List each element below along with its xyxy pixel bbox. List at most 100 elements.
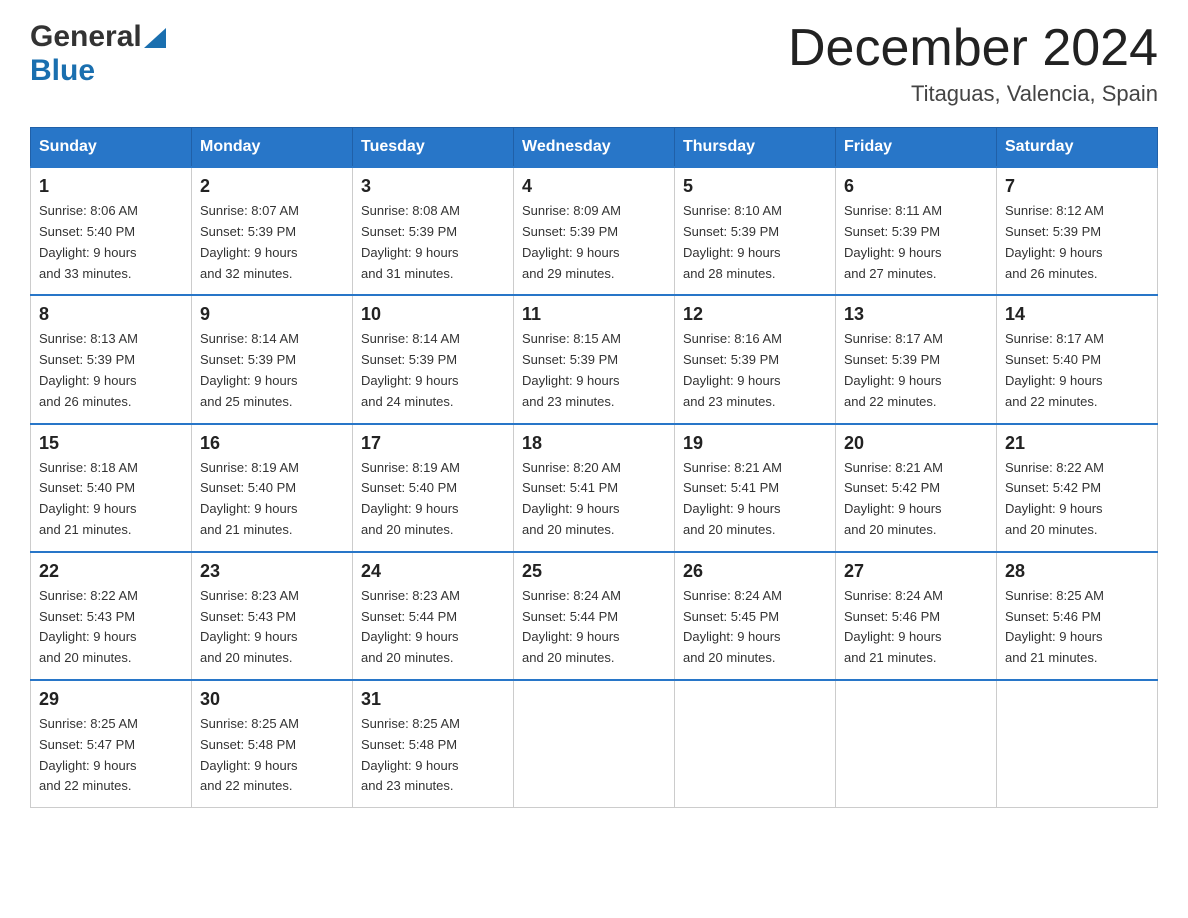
calendar-cell: 19 Sunrise: 8:21 AM Sunset: 5:41 PM Dayl…: [675, 424, 836, 552]
calendar-cell: 7 Sunrise: 8:12 AM Sunset: 5:39 PM Dayli…: [997, 167, 1158, 295]
day-info: Sunrise: 8:25 AM Sunset: 5:48 PM Dayligh…: [200, 714, 344, 797]
day-number: 31: [361, 689, 505, 710]
calendar-cell: 14 Sunrise: 8:17 AM Sunset: 5:40 PM Dayl…: [997, 295, 1158, 423]
day-info: Sunrise: 8:25 AM Sunset: 5:48 PM Dayligh…: [361, 714, 505, 797]
calendar-cell: 18 Sunrise: 8:20 AM Sunset: 5:41 PM Dayl…: [514, 424, 675, 552]
day-number: 20: [844, 433, 988, 454]
calendar-cell: 1 Sunrise: 8:06 AM Sunset: 5:40 PM Dayli…: [31, 167, 192, 295]
calendar-cell: 29 Sunrise: 8:25 AM Sunset: 5:47 PM Dayl…: [31, 680, 192, 808]
calendar-cell: 12 Sunrise: 8:16 AM Sunset: 5:39 PM Dayl…: [675, 295, 836, 423]
logo-blue-text: Blue: [30, 54, 95, 87]
day-number: 25: [522, 561, 666, 582]
logo-triangle-icon: [144, 28, 166, 48]
col-header-sunday: Sunday: [31, 128, 192, 168]
calendar-cell: [997, 680, 1158, 808]
day-number: 15: [39, 433, 183, 454]
day-number: 2: [200, 176, 344, 197]
day-info: Sunrise: 8:17 AM Sunset: 5:39 PM Dayligh…: [844, 329, 988, 412]
day-info: Sunrise: 8:17 AM Sunset: 5:40 PM Dayligh…: [1005, 329, 1149, 412]
calendar-cell: [675, 680, 836, 808]
page-header: General Blue December 2024 Titaguas, Val…: [30, 20, 1158, 107]
day-number: 11: [522, 304, 666, 325]
day-number: 9: [200, 304, 344, 325]
day-info: Sunrise: 8:23 AM Sunset: 5:44 PM Dayligh…: [361, 586, 505, 669]
calendar-table: SundayMondayTuesdayWednesdayThursdayFrid…: [30, 127, 1158, 808]
day-number: 1: [39, 176, 183, 197]
day-info: Sunrise: 8:14 AM Sunset: 5:39 PM Dayligh…: [361, 329, 505, 412]
calendar-cell: 24 Sunrise: 8:23 AM Sunset: 5:44 PM Dayl…: [353, 552, 514, 680]
day-info: Sunrise: 8:12 AM Sunset: 5:39 PM Dayligh…: [1005, 201, 1149, 284]
calendar-cell: 21 Sunrise: 8:22 AM Sunset: 5:42 PM Dayl…: [997, 424, 1158, 552]
calendar-week-row: 29 Sunrise: 8:25 AM Sunset: 5:47 PM Dayl…: [31, 680, 1158, 808]
day-info: Sunrise: 8:24 AM Sunset: 5:44 PM Dayligh…: [522, 586, 666, 669]
day-info: Sunrise: 8:21 AM Sunset: 5:42 PM Dayligh…: [844, 458, 988, 541]
day-info: Sunrise: 8:15 AM Sunset: 5:39 PM Dayligh…: [522, 329, 666, 412]
day-number: 19: [683, 433, 827, 454]
day-number: 22: [39, 561, 183, 582]
calendar-cell: 22 Sunrise: 8:22 AM Sunset: 5:43 PM Dayl…: [31, 552, 192, 680]
day-number: 10: [361, 304, 505, 325]
day-info: Sunrise: 8:22 AM Sunset: 5:43 PM Dayligh…: [39, 586, 183, 669]
day-info: Sunrise: 8:18 AM Sunset: 5:40 PM Dayligh…: [39, 458, 183, 541]
col-header-monday: Monday: [192, 128, 353, 168]
calendar-cell: 23 Sunrise: 8:23 AM Sunset: 5:43 PM Dayl…: [192, 552, 353, 680]
day-number: 14: [1005, 304, 1149, 325]
calendar-cell: 2 Sunrise: 8:07 AM Sunset: 5:39 PM Dayli…: [192, 167, 353, 295]
calendar-cell: 5 Sunrise: 8:10 AM Sunset: 5:39 PM Dayli…: [675, 167, 836, 295]
day-number: 16: [200, 433, 344, 454]
day-info: Sunrise: 8:21 AM Sunset: 5:41 PM Dayligh…: [683, 458, 827, 541]
day-info: Sunrise: 8:25 AM Sunset: 5:47 PM Dayligh…: [39, 714, 183, 797]
day-number: 26: [683, 561, 827, 582]
day-number: 17: [361, 433, 505, 454]
calendar-cell: 8 Sunrise: 8:13 AM Sunset: 5:39 PM Dayli…: [31, 295, 192, 423]
calendar-week-row: 22 Sunrise: 8:22 AM Sunset: 5:43 PM Dayl…: [31, 552, 1158, 680]
day-info: Sunrise: 8:09 AM Sunset: 5:39 PM Dayligh…: [522, 201, 666, 284]
col-header-thursday: Thursday: [675, 128, 836, 168]
day-info: Sunrise: 8:23 AM Sunset: 5:43 PM Dayligh…: [200, 586, 344, 669]
calendar-cell: 31 Sunrise: 8:25 AM Sunset: 5:48 PM Dayl…: [353, 680, 514, 808]
day-number: 4: [522, 176, 666, 197]
day-info: Sunrise: 8:16 AM Sunset: 5:39 PM Dayligh…: [683, 329, 827, 412]
calendar-cell: 9 Sunrise: 8:14 AM Sunset: 5:39 PM Dayli…: [192, 295, 353, 423]
day-number: 28: [1005, 561, 1149, 582]
title-block: December 2024 Titaguas, Valencia, Spain: [788, 20, 1158, 107]
day-info: Sunrise: 8:11 AM Sunset: 5:39 PM Dayligh…: [844, 201, 988, 284]
day-number: 23: [200, 561, 344, 582]
month-title: December 2024: [788, 20, 1158, 77]
calendar-cell: [514, 680, 675, 808]
calendar-header-row: SundayMondayTuesdayWednesdayThursdayFrid…: [31, 128, 1158, 168]
day-info: Sunrise: 8:13 AM Sunset: 5:39 PM Dayligh…: [39, 329, 183, 412]
day-number: 13: [844, 304, 988, 325]
day-number: 8: [39, 304, 183, 325]
day-number: 6: [844, 176, 988, 197]
day-info: Sunrise: 8:07 AM Sunset: 5:39 PM Dayligh…: [200, 201, 344, 284]
col-header-saturday: Saturday: [997, 128, 1158, 168]
day-info: Sunrise: 8:19 AM Sunset: 5:40 PM Dayligh…: [200, 458, 344, 541]
calendar-cell: 15 Sunrise: 8:18 AM Sunset: 5:40 PM Dayl…: [31, 424, 192, 552]
col-header-friday: Friday: [836, 128, 997, 168]
day-info: Sunrise: 8:10 AM Sunset: 5:39 PM Dayligh…: [683, 201, 827, 284]
calendar-week-row: 15 Sunrise: 8:18 AM Sunset: 5:40 PM Dayl…: [31, 424, 1158, 552]
calendar-cell: 20 Sunrise: 8:21 AM Sunset: 5:42 PM Dayl…: [836, 424, 997, 552]
day-number: 18: [522, 433, 666, 454]
calendar-cell: 25 Sunrise: 8:24 AM Sunset: 5:44 PM Dayl…: [514, 552, 675, 680]
day-info: Sunrise: 8:14 AM Sunset: 5:39 PM Dayligh…: [200, 329, 344, 412]
calendar-cell: 4 Sunrise: 8:09 AM Sunset: 5:39 PM Dayli…: [514, 167, 675, 295]
calendar-cell: 11 Sunrise: 8:15 AM Sunset: 5:39 PM Dayl…: [514, 295, 675, 423]
day-number: 5: [683, 176, 827, 197]
day-number: 27: [844, 561, 988, 582]
logo: General Blue: [30, 20, 166, 88]
location-title: Titaguas, Valencia, Spain: [788, 81, 1158, 107]
day-info: Sunrise: 8:19 AM Sunset: 5:40 PM Dayligh…: [361, 458, 505, 541]
calendar-cell: 10 Sunrise: 8:14 AM Sunset: 5:39 PM Dayl…: [353, 295, 514, 423]
col-header-tuesday: Tuesday: [353, 128, 514, 168]
day-number: 30: [200, 689, 344, 710]
day-number: 3: [361, 176, 505, 197]
day-number: 12: [683, 304, 827, 325]
day-info: Sunrise: 8:25 AM Sunset: 5:46 PM Dayligh…: [1005, 586, 1149, 669]
calendar-cell: 16 Sunrise: 8:19 AM Sunset: 5:40 PM Dayl…: [192, 424, 353, 552]
calendar-cell: 27 Sunrise: 8:24 AM Sunset: 5:46 PM Dayl…: [836, 552, 997, 680]
calendar-week-row: 8 Sunrise: 8:13 AM Sunset: 5:39 PM Dayli…: [31, 295, 1158, 423]
col-header-wednesday: Wednesday: [514, 128, 675, 168]
day-number: 21: [1005, 433, 1149, 454]
